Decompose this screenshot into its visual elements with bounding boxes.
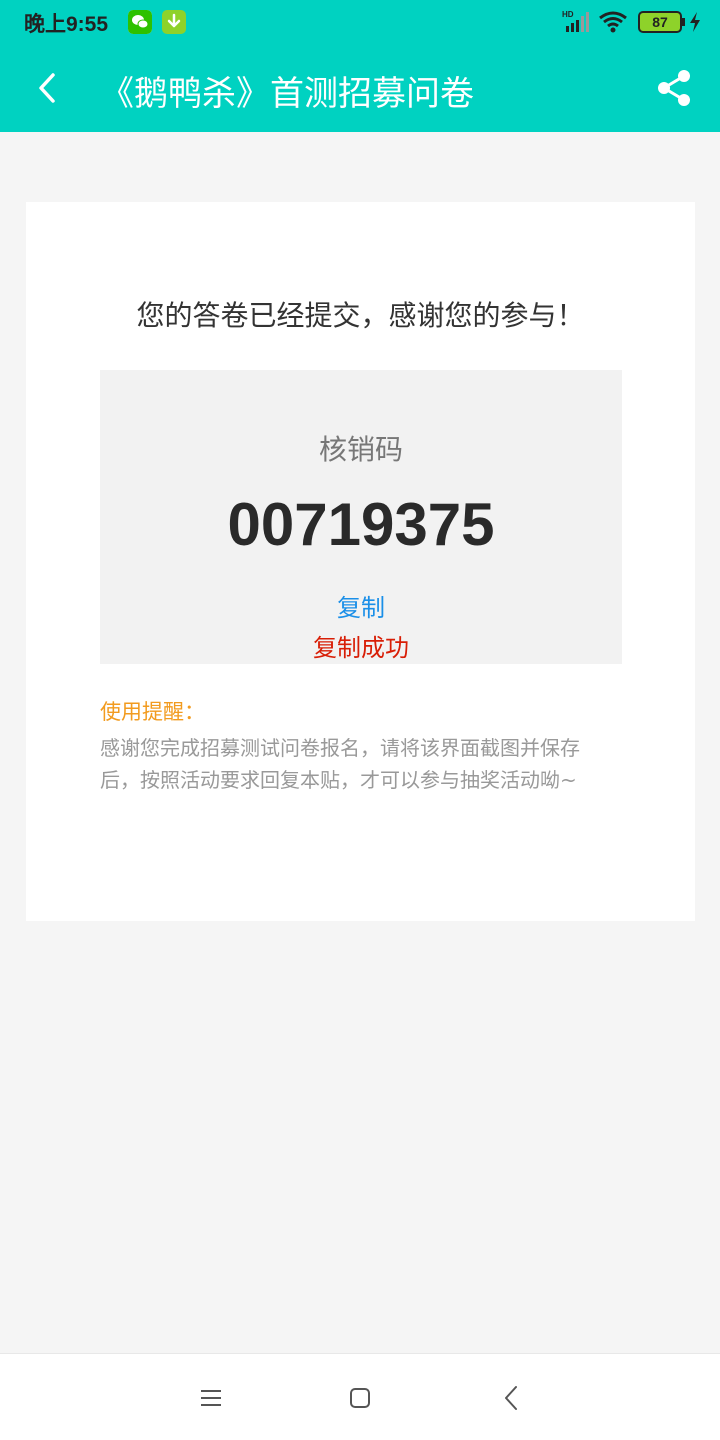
share-button[interactable] bbox=[648, 62, 700, 114]
home-button[interactable] bbox=[338, 1376, 382, 1420]
app-bar: 《鹅鸭杀》首测招募问卷 bbox=[0, 44, 720, 132]
tip-body: 感谢您完成招募测试问卷报名，请将该界面截图并保存后，按照活动要求回复本贴，才可以… bbox=[100, 736, 580, 792]
back-button[interactable] bbox=[20, 60, 76, 116]
home-icon bbox=[350, 1388, 370, 1408]
chevron-left-icon bbox=[39, 73, 55, 103]
wifi-icon bbox=[598, 10, 628, 38]
back-icon bbox=[505, 1386, 517, 1410]
download-icon bbox=[162, 10, 186, 34]
submission-thanks-text: 您的答卷已经提交，感谢您的参与！ bbox=[136, 299, 585, 332]
system-back-button[interactable] bbox=[489, 1376, 533, 1420]
wechat-icon bbox=[128, 10, 152, 34]
redeem-code-label: 核销码 bbox=[318, 433, 403, 466]
tip-title: 使用提醒： bbox=[100, 700, 205, 724]
status-bar: 晚上9:55 HD 87 bbox=[0, 0, 720, 44]
svg-text:HD: HD bbox=[562, 10, 574, 19]
page-title: 《鹅鸭杀》首测招募问卷 bbox=[100, 74, 474, 114]
system-nav-bar bbox=[0, 1353, 720, 1440]
share-icon bbox=[658, 70, 690, 106]
battery-cap bbox=[682, 18, 685, 26]
copy-success-text: 复制成功 bbox=[313, 634, 409, 662]
charging-icon bbox=[688, 11, 702, 37]
redeem-code-box: 核销码 00719375 复制 复制成功 bbox=[100, 370, 622, 664]
result-card: 您的答卷已经提交，感谢您的参与！ 核销码 00719375 复制 复制成功 使用… bbox=[26, 202, 695, 921]
battery-icon: 87 bbox=[638, 11, 682, 33]
status-time: 晚上9:55 bbox=[24, 13, 109, 36]
menu-icon bbox=[201, 1390, 221, 1406]
copy-button[interactable]: 复制 bbox=[311, 588, 411, 624]
hd-signal-icon: HD bbox=[562, 10, 590, 38]
redeem-code-value: 00719375 bbox=[227, 491, 495, 558]
recent-apps-button[interactable] bbox=[189, 1376, 233, 1420]
